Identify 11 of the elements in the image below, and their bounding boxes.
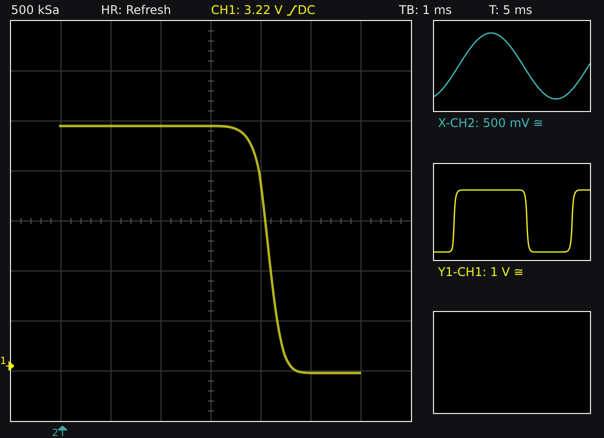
coupling-icon: [286, 4, 297, 16]
coupling-mode: DC: [298, 2, 316, 19]
marker-label: 2: [52, 429, 58, 438]
acquisition-mode: HR: Refresh: [101, 2, 172, 19]
timebase: TB: 1 ms: [399, 2, 453, 19]
channel-scale-label: X-CH2: 500 mV ≅: [437, 115, 544, 132]
sample-rate: 500 kSa: [11, 2, 61, 19]
channel-setting: CH1: 3.22 V: [211, 2, 283, 19]
marker-label: 1: [0, 357, 6, 367]
trigger-time: T: 5 ms: [489, 2, 534, 19]
channel-scale-label: Y1-CH1: 1 V ≅: [437, 264, 525, 281]
